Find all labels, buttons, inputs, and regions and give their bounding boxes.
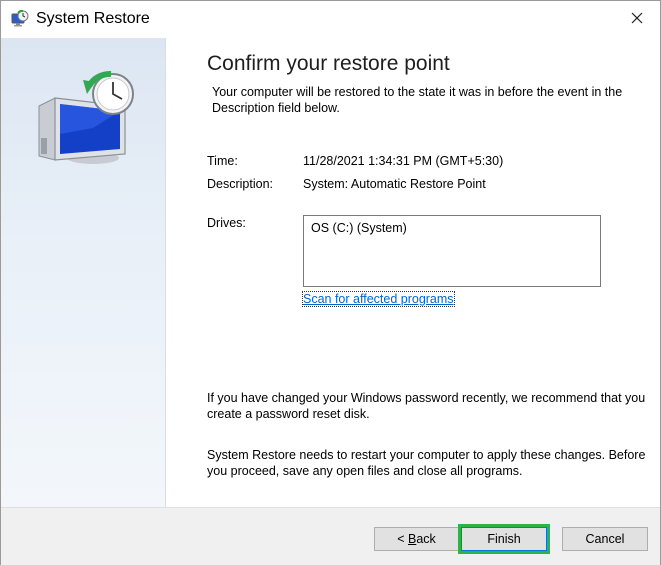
sidebar-panel (1, 38, 166, 507)
cancel-button[interactable]: Cancel (562, 527, 648, 551)
description-label: Description: (207, 177, 273, 191)
time-value: 11/28/2021 1:34:31 PM (GMT+5:30) (303, 154, 504, 168)
close-button[interactable] (614, 1, 660, 38)
password-note: If you have changed your Windows passwor… (207, 391, 646, 421)
system-restore-window: System Restore Confirm your restore poin… (0, 0, 661, 565)
time-label: Time: (207, 154, 238, 168)
close-icon (631, 11, 643, 29)
title-bar: System Restore (1, 1, 660, 38)
back-button-prefix: < (397, 532, 408, 546)
main-content: Confirm your restore point Your computer… (166, 38, 660, 507)
window-title: System Restore (36, 10, 150, 27)
description-value: System: Automatic Restore Point (303, 177, 486, 191)
back-button[interactable]: < Back (374, 527, 459, 551)
system-restore-monitor-clock-illustration (33, 68, 137, 168)
finish-button[interactable]: Finish (458, 524, 550, 554)
drives-label: Drives: (207, 216, 246, 230)
intro-text: Your computer will be restored to the st… (212, 85, 623, 115)
back-button-label: ack (416, 532, 436, 546)
restart-note: System Restore needs to restart your com… (207, 448, 646, 478)
button-bar: < Back Finish Cancel (1, 507, 660, 565)
list-item[interactable]: OS (C:) (System) (311, 221, 407, 235)
scan-affected-programs-link[interactable]: Scan for affected programs (302, 291, 455, 307)
back-button-accelerator: B (407, 532, 417, 546)
page-title: Confirm your restore point (207, 52, 450, 75)
system-restore-icon (11, 9, 29, 28)
drives-list[interactable]: OS (C:) (System) (303, 215, 601, 287)
